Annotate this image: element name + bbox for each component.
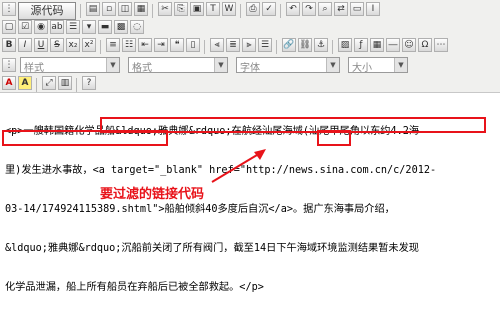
code-line: 化学品泄漏，船上所有船员在弃船后已被全部救起。</p> [5,282,264,293]
annotation-caption: 要过滤的链接代码 [100,187,205,202]
annotation-arrow-icon [211,149,266,183]
